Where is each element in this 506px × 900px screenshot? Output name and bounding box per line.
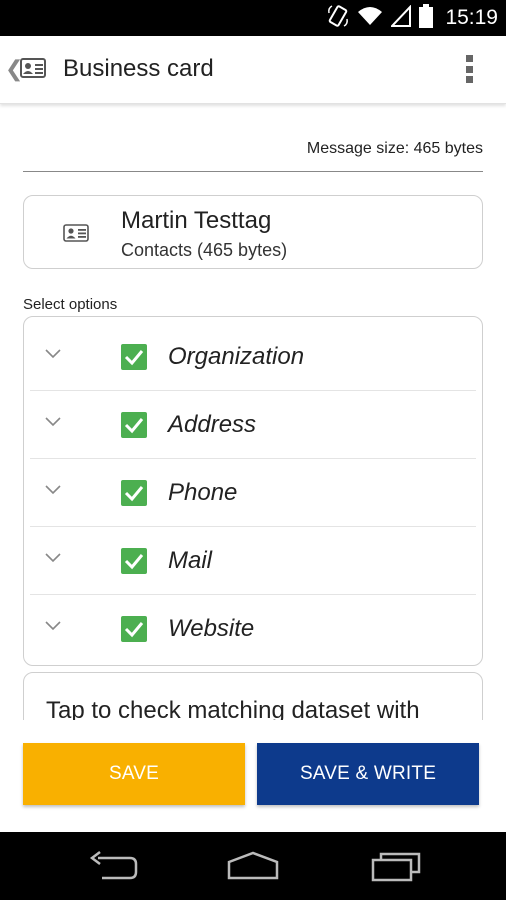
status-icons: 15:19 (327, 0, 498, 36)
contact-card-icon[interactable] (20, 58, 46, 83)
option-label: Phone (168, 479, 238, 506)
action-bar: ❮ Business card (0, 36, 506, 104)
battery-icon (419, 3, 434, 33)
page-title: Business card (63, 55, 214, 82)
option-row-organization[interactable]: Organization (30, 323, 476, 391)
option-label: Address (168, 411, 257, 438)
option-row-mail[interactable]: Mail (30, 527, 476, 595)
divider (23, 171, 483, 172)
wifi-icon (357, 5, 383, 32)
chevron-down-icon[interactable] (44, 415, 62, 433)
checkbox-address[interactable] (121, 412, 147, 438)
main-content: Message size: 465 bytes Martin Testtag C… (0, 104, 506, 720)
hint-text: Tap to check matching dataset with (46, 697, 420, 720)
checkbox-mail[interactable] (121, 548, 147, 574)
contact-card-icon (63, 224, 89, 247)
signal-icon (390, 3, 412, 32)
checkbox-website[interactable] (121, 616, 147, 642)
navigation-bar (0, 832, 506, 900)
contact-card[interactable]: Martin Testtag Contacts (465 bytes) (23, 195, 483, 269)
recents-icon[interactable] (370, 850, 424, 887)
chevron-down-icon[interactable] (44, 483, 62, 501)
options-list: Organization Address Phone Mail Website (23, 316, 483, 666)
checkbox-organization[interactable] (121, 344, 147, 370)
chevron-down-icon[interactable] (44, 551, 62, 569)
option-label: Organization (168, 343, 305, 370)
back-icon[interactable] (86, 850, 140, 887)
checkbox-phone[interactable] (121, 480, 147, 506)
chevron-down-icon[interactable] (44, 619, 62, 637)
status-time: 15:19 (445, 6, 498, 29)
option-row-website[interactable]: Website (30, 595, 476, 663)
home-icon[interactable] (226, 850, 280, 887)
option-row-address[interactable]: Address (30, 391, 476, 459)
option-label: Mail (168, 547, 213, 574)
message-size: Message size: 465 bytes (306, 140, 483, 157)
button-bar: SAVE SAVE & WRITE (0, 720, 506, 832)
option-label: Website (168, 615, 255, 642)
save-button[interactable]: SAVE (23, 743, 245, 805)
chevron-down-icon[interactable] (44, 347, 62, 365)
option-row-phone[interactable]: Phone (30, 459, 476, 527)
overflow-menu-icon[interactable] (460, 52, 478, 86)
contact-name: Martin Testtag (121, 207, 272, 234)
contact-subtitle: Contacts (465 bytes) (121, 240, 288, 260)
hint-card[interactable]: Tap to check matching dataset with (23, 672, 483, 720)
select-options-label: Select options (23, 296, 118, 313)
rotate-icon (327, 4, 349, 33)
status-bar: 15:19 (0, 0, 506, 36)
save-and-write-button[interactable]: SAVE & WRITE (257, 743, 479, 805)
